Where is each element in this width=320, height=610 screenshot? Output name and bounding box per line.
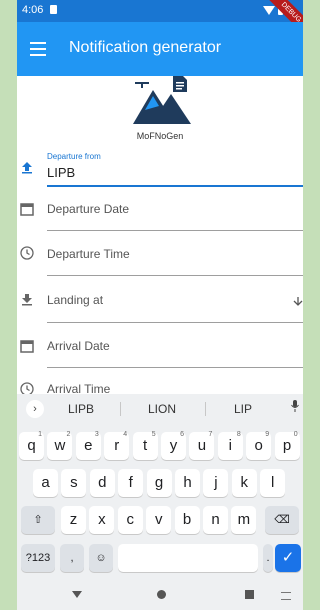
departure-date-field[interactable]: Departure Date	[17, 195, 303, 233]
key-o[interactable]: o9	[246, 431, 272, 460]
enter-key[interactable]: ✓	[275, 544, 301, 572]
key-p[interactable]: p0	[274, 431, 300, 460]
key-e[interactable]: e3	[75, 431, 101, 460]
key-c[interactable]: c	[117, 506, 143, 534]
space-key[interactable]	[118, 544, 258, 572]
key-d[interactable]: d	[89, 469, 115, 497]
clock-icon	[20, 246, 34, 260]
emoji-key[interactable]: ☺	[89, 544, 113, 572]
suggestion-1[interactable]: LIPB	[68, 402, 94, 416]
arrow-down-icon[interactable]	[293, 297, 303, 307]
key-hint: 4	[123, 431, 128, 438]
key-z[interactable]: z	[61, 506, 86, 534]
mic-icon[interactable]	[291, 400, 299, 412]
key-y[interactable]: y6	[161, 431, 186, 460]
departure-time-placeholder: Departure Time	[47, 247, 130, 261]
key-g[interactable]: g	[146, 469, 172, 497]
comma-key[interactable]: ,	[60, 544, 84, 572]
key-hint: 1	[38, 431, 42, 438]
key-u[interactable]: u7	[189, 431, 215, 460]
logo-label: MoFNoGen	[136, 131, 184, 141]
key-hint: 5	[151, 431, 156, 438]
key-r[interactable]: r4	[104, 431, 130, 460]
keyboard-switch-icon[interactable]	[281, 592, 291, 600]
key-q[interactable]: q1	[19, 431, 44, 460]
landing-at-field[interactable]: Landing at	[17, 286, 303, 324]
key-hint: 7	[208, 431, 213, 438]
arrival-time-placeholder: Arrival Time	[47, 382, 111, 394]
back-icon[interactable]	[72, 591, 82, 598]
key-m[interactable]: m	[231, 506, 257, 534]
key-n[interactable]: n	[203, 506, 228, 534]
departure-date-placeholder: Departure Date	[47, 202, 130, 216]
menu-icon[interactable]	[30, 42, 46, 56]
suggestion-3[interactable]: LIP	[234, 402, 252, 416]
key-s[interactable]: s	[61, 469, 87, 497]
key-v[interactable]: v	[146, 506, 172, 534]
system-nav-bar	[17, 580, 303, 610]
key-f[interactable]: f	[118, 469, 144, 497]
status-bar: 4:06 DEBUG	[17, 0, 303, 39]
key-w[interactable]: w2	[47, 431, 73, 460]
app-title: Notification generator	[69, 39, 222, 56]
landing-at-underline	[47, 322, 303, 323]
notification-icon	[50, 5, 57, 14]
key-a[interactable]: a	[33, 469, 58, 497]
takeoff-icon	[22, 162, 32, 174]
app-logo-icon	[133, 76, 191, 124]
expand-icon[interactable]: ›	[26, 400, 44, 418]
key-hint: 0	[293, 431, 298, 438]
home-icon[interactable]	[157, 590, 166, 599]
key-l[interactable]: l	[260, 469, 286, 497]
shift-key[interactable]: ⇧	[21, 506, 55, 534]
wifi-icon	[263, 5, 275, 15]
key-j[interactable]: j	[203, 469, 229, 497]
key-k[interactable]: k	[231, 469, 257, 497]
key-x[interactable]: x	[89, 506, 115, 534]
period-key[interactable]: .	[263, 544, 273, 572]
key-hint: 9	[265, 431, 270, 438]
key-hint: 8	[236, 431, 241, 438]
key-hint: 2	[66, 431, 71, 438]
key-i[interactable]: i8	[217, 431, 243, 460]
phone-screen: 4:06 DEBUG Notification generator MoFNoG…	[17, 0, 303, 610]
landing-icon	[22, 294, 32, 306]
calendar-icon	[20, 340, 34, 353]
landing-at-placeholder: Landing at	[47, 293, 104, 307]
soft-keyboard: › LIPB LION LIP ⇧ ⌫ ?123 , ☺ . ✓ q1w2e3r…	[17, 394, 303, 580]
symbols-key[interactable]: ?123	[21, 544, 55, 572]
key-h[interactable]: h	[175, 469, 200, 497]
key-t[interactable]: t5	[132, 431, 158, 460]
arrival-date-underline	[47, 367, 303, 368]
suggestion-2[interactable]: LION	[148, 402, 176, 416]
arrival-date-placeholder: Arrival Date	[47, 339, 110, 353]
recents-icon[interactable]	[245, 590, 254, 599]
app-bar: Notification generator	[17, 22, 303, 76]
arrival-date-field[interactable]: Arrival Date	[17, 332, 303, 370]
arrival-time-field[interactable]: Arrival Time	[17, 376, 303, 394]
departure-underline	[47, 185, 303, 187]
key-b[interactable]: b	[174, 506, 200, 534]
suggestion-bar: › LIPB LION LIP	[17, 394, 303, 424]
departure-time-underline	[47, 275, 303, 276]
backspace-key[interactable]: ⌫	[265, 506, 299, 534]
key-hint: 6	[180, 431, 184, 438]
departure-date-underline	[47, 230, 303, 231]
suggestion-divider	[120, 402, 121, 416]
suggestion-divider	[205, 402, 206, 416]
key-hint: 3	[94, 431, 99, 438]
status-time: 4:06	[22, 4, 44, 16]
departure-label: Departure from	[47, 152, 101, 161]
calendar-icon	[20, 203, 34, 216]
departure-input[interactable]	[47, 163, 287, 181]
departure-time-field[interactable]: Departure Time	[17, 240, 303, 278]
clock-icon	[20, 382, 34, 394]
